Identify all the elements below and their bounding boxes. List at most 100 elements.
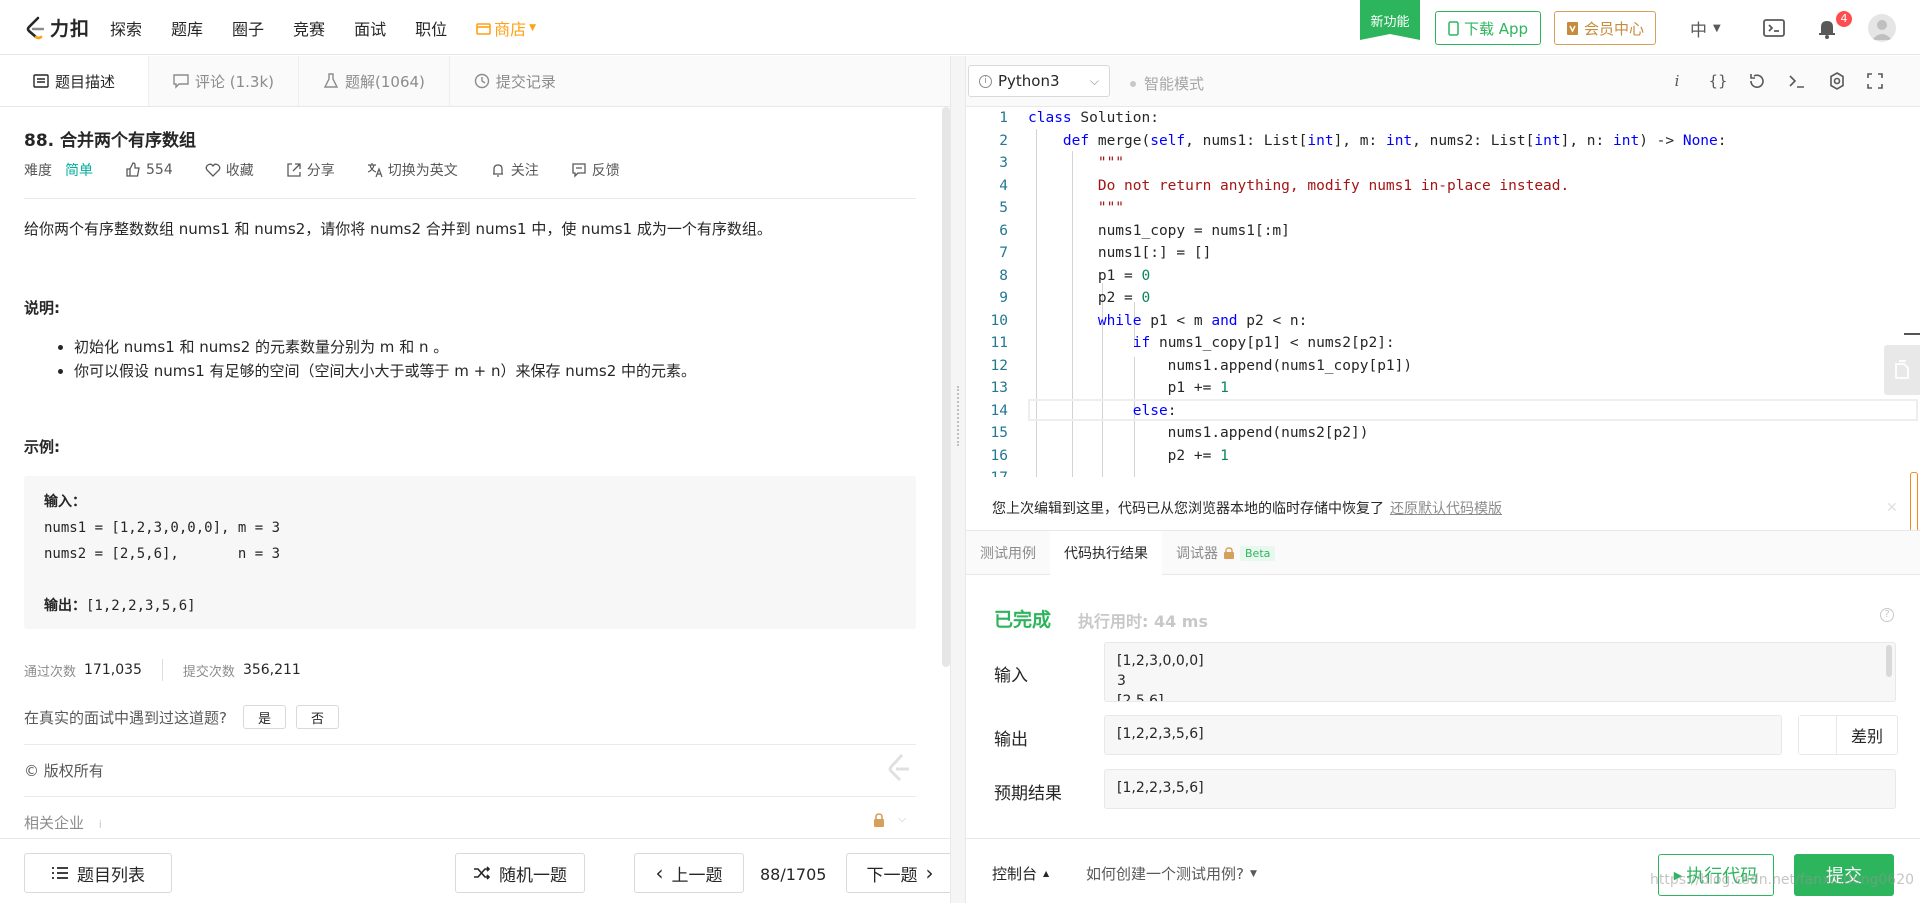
favorite-label: 收藏 xyxy=(225,163,254,179)
nav-item-interview[interactable]: 面试 xyxy=(354,16,386,40)
code-line: 2 def merge(self, nums1: List[int], m: i… xyxy=(999,132,1727,149)
heart-icon xyxy=(205,163,221,177)
random-problem-button[interactable]: 随机一题 xyxy=(455,853,585,893)
leetcode-watermark-icon xyxy=(888,753,909,782)
nav-item-explore[interactable]: 探索 xyxy=(110,16,142,40)
tab-testcase[interactable]: 测试用例 xyxy=(966,531,1050,575)
close-icon[interactable]: ✕ xyxy=(1886,500,1898,516)
no-button[interactable]: 否 xyxy=(295,705,339,729)
thumbs-up-icon xyxy=(126,162,140,177)
info-icon[interactable]: i xyxy=(1666,70,1688,92)
like-button[interactable]: 554 xyxy=(125,162,173,178)
diff-checkbox[interactable] xyxy=(1799,716,1837,754)
follow-button[interactable]: 关注 xyxy=(490,160,539,180)
divider xyxy=(24,796,916,797)
code-editor[interactable]: 1 class Solution: 2 def merge(self, nums1… xyxy=(966,107,1920,477)
next-problem-label: 下一题 xyxy=(866,865,918,886)
nav-item-jobs[interactable]: 职位 xyxy=(415,16,447,40)
restore-message: 您上次编辑到这里，代码已从您浏览器本地的临时存储中恢复了 xyxy=(992,500,1384,517)
tab-submissions[interactable]: 提交记录 xyxy=(450,56,580,106)
code-line: 5 """ xyxy=(999,200,1125,216)
tab-submissions-label: 提交记录 xyxy=(495,72,556,91)
editor-scrollbar[interactable] xyxy=(1910,472,1918,534)
tab-description[interactable]: 题目描述 xyxy=(0,56,149,106)
code-line: 16 p2 += 1 xyxy=(990,447,1229,464)
notification-badge: 4 xyxy=(1836,11,1852,27)
reset-icon[interactable] xyxy=(1746,70,1768,92)
console-toggle[interactable]: 控制台 ▲ xyxy=(992,863,1049,884)
note-icon xyxy=(1895,360,1909,379)
restore-default-link[interactable]: 还原默认代码模版 xyxy=(1390,498,1502,518)
terminal-icon[interactable] xyxy=(1786,70,1808,92)
problem-title: 88. 合并两个有序数组 xyxy=(24,131,197,151)
example-output: [1,2,2,3,5,6] xyxy=(86,598,196,614)
smart-mode-label: 智能模式 xyxy=(1144,75,1205,93)
expected-label: 预期结果 xyxy=(994,784,1062,804)
difficulty: 难度 简单 xyxy=(24,160,93,180)
vip-center-button[interactable]: 会员中心 xyxy=(1554,11,1656,45)
tab-solutions[interactable]: 题解(1064) xyxy=(299,56,450,106)
caret-down-icon: ▼ xyxy=(1249,868,1257,879)
download-app-button[interactable]: 下载 App xyxy=(1435,11,1541,45)
playground-icon[interactable] xyxy=(1762,16,1786,40)
bell-outline-icon xyxy=(492,164,503,177)
problem-list-button[interactable]: 题目列表 xyxy=(24,853,172,893)
tab-comments-label: 评论 (1.3k) xyxy=(195,72,275,91)
smart-mode-toggle[interactable]: 智能模式 xyxy=(1130,73,1204,94)
nav-item-contest[interactable]: 竞赛 xyxy=(293,16,325,40)
share-button[interactable]: 分享 xyxy=(286,160,335,180)
code-line: 14 else: xyxy=(990,402,1177,419)
related-companies[interactable]: 相关企业 i xyxy=(24,812,102,833)
list-item: 你可以假设 nums1 有足够的空间（空间大小大于或等于 m + n）来保存 n… xyxy=(74,359,696,383)
fullscreen-icon[interactable] xyxy=(1864,70,1886,92)
yes-button[interactable]: 是 xyxy=(242,705,286,729)
input-line: 3 xyxy=(1117,673,1126,689)
tab-debugger[interactable]: 调试器 Beta xyxy=(1162,531,1289,575)
left-scrollbar[interactable] xyxy=(942,107,950,667)
next-problem-button[interactable]: 下一题 › xyxy=(846,853,954,893)
code-line: 3 """ xyxy=(999,155,1125,171)
chevron-down-icon[interactable]: ⌵ xyxy=(898,812,906,826)
tab-comments[interactable]: 评论 (1.3k) xyxy=(149,56,300,106)
nav-item-problems[interactable]: 题库 xyxy=(171,16,203,40)
nav-item-store[interactable]: 商店 ▼ xyxy=(476,16,536,40)
right-bottom-bar: 控制台 ▲ 如何创建一个测试用例? ▼ ▶ 执行代码 提交 xyxy=(966,838,1920,903)
feedback-icon xyxy=(572,163,586,178)
diff-toggle[interactable]: 差别 xyxy=(1798,715,1898,755)
new-feature-ribbon[interactable]: 新功能 xyxy=(1360,0,1420,40)
random-problem-label: 随机一题 xyxy=(499,865,567,886)
chevron-down-icon: ⌵ xyxy=(1089,73,1099,88)
format-braces-icon[interactable]: {} xyxy=(1707,70,1729,92)
how-to-create-testcase[interactable]: 如何创建一个测试用例? ▼ xyxy=(1086,863,1257,884)
pane-resize-handle[interactable] xyxy=(950,56,966,903)
avatar[interactable] xyxy=(1868,14,1896,42)
input-scrollbar[interactable] xyxy=(1886,645,1892,677)
prev-problem-button[interactable]: ‹ 上一题 xyxy=(634,853,744,893)
switch-english-button[interactable]: 切换为英文 xyxy=(367,160,458,180)
tab-run-result[interactable]: 代码执行结果 xyxy=(1050,531,1162,575)
main-nav: 探索 题库 圈子 竞赛 面试 职位 商店 ▼ xyxy=(110,0,565,55)
code-line: 15 nums1.append(nums2[p2]) xyxy=(990,425,1369,441)
description-icon xyxy=(33,74,49,88)
feedback-button[interactable]: 反馈 xyxy=(571,160,620,180)
code-line: 6 nums1_copy = nums1[:m] xyxy=(999,222,1290,239)
like-count: 554 xyxy=(146,162,173,178)
flask-icon xyxy=(323,73,339,88)
nav-item-circle[interactable]: 圈子 xyxy=(232,16,264,40)
run-result-panel: 已完成 执行用时: 44 ms ? 输入 [1,2,3,0,0,0] 3 [2,… xyxy=(966,575,1920,838)
favorite-button[interactable]: 收藏 xyxy=(205,160,254,180)
language-select[interactable]: i Python3 ⌵ xyxy=(968,65,1110,97)
related-companies-label: 相关企业 xyxy=(24,814,85,832)
notes-panel-toggle[interactable] xyxy=(1884,345,1920,395)
tab-solutions-label: 题解(1064) xyxy=(345,72,425,91)
translate-icon xyxy=(367,163,383,178)
gear-icon[interactable] xyxy=(1826,70,1848,92)
help-icon[interactable]: ? xyxy=(1880,608,1894,622)
restore-notice: 您上次编辑到这里，代码已从您浏览器本地的临时存储中恢复了 还原默认代码模版 ✕ xyxy=(966,485,1910,530)
code-line: 1 class Solution: xyxy=(999,110,1159,126)
language-switch[interactable]: 中 ▼ xyxy=(1690,16,1721,41)
code-line: 9 p2 = 0 xyxy=(999,290,1151,306)
problem-meta: 难度 简单 554 收藏 分享 切换为英文 关注 反馈 xyxy=(24,158,652,182)
info-circle-icon: i xyxy=(979,74,992,88)
logo[interactable]: 力扣 xyxy=(24,14,90,41)
